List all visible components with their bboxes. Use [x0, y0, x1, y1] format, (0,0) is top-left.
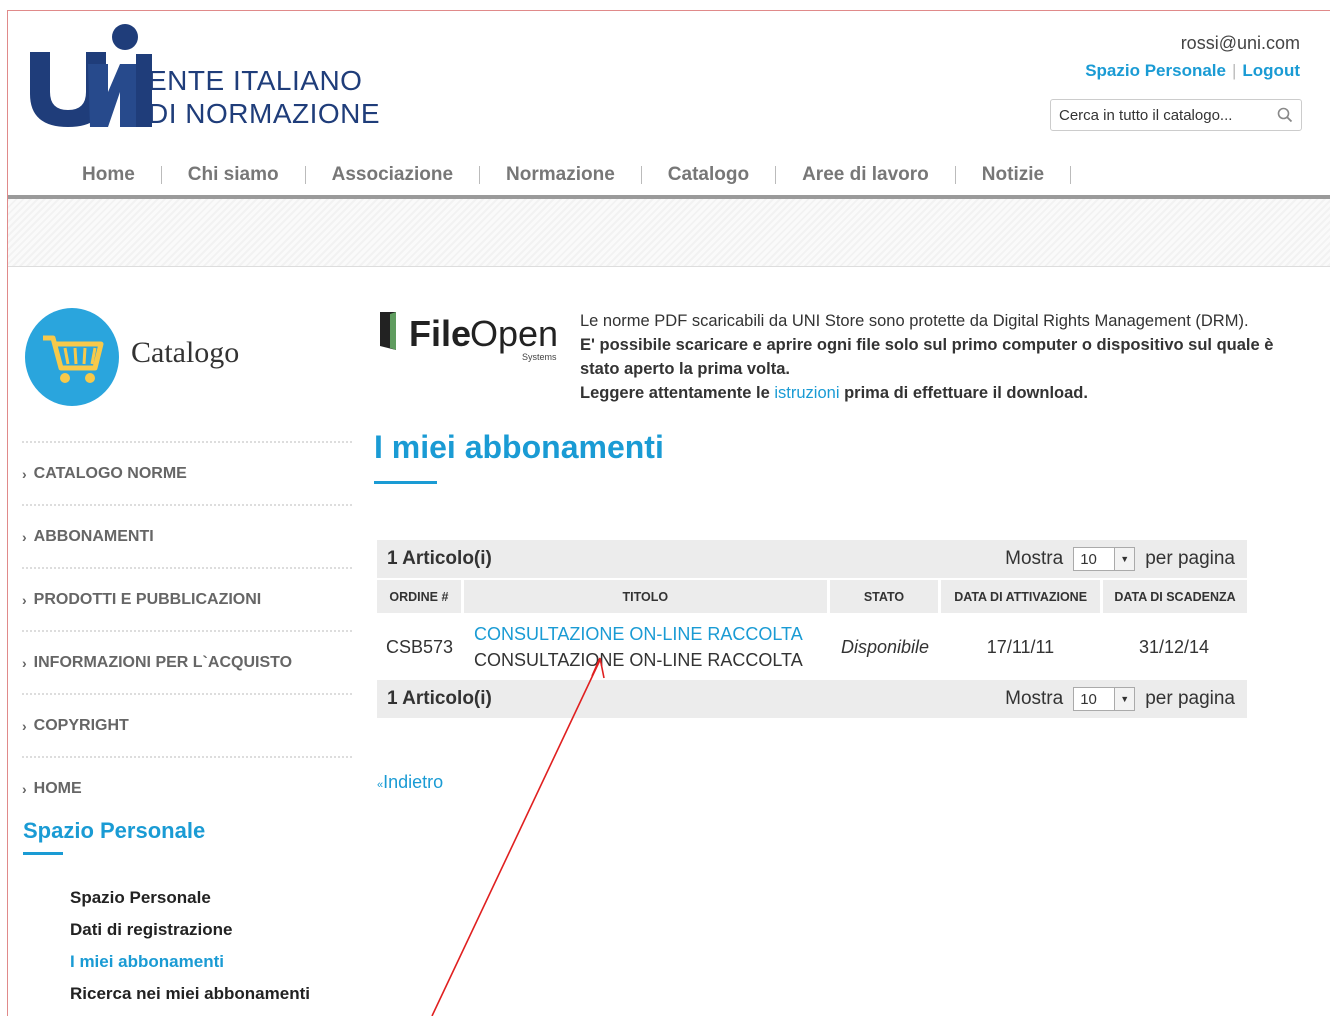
- chevron-right-icon: ›: [22, 780, 27, 797]
- brand-line2: DI NORMAZIONE: [148, 98, 381, 129]
- sidebar-item-abbonamenti[interactable]: › ABBONAMENTI: [22, 504, 352, 567]
- personal-link-abbonamenti[interactable]: I miei abbonamenti: [70, 949, 310, 981]
- uni-logo-mark-icon: [30, 24, 152, 127]
- shopping-cart-icon: [43, 335, 104, 383]
- fileopen-brand-sub: Systems: [522, 352, 557, 362]
- sidebar-menu: › CATALOGO NORME › ABBONAMENTI › PRODOTTI E…: [22, 441, 352, 819]
- dropdown-arrow-icon[interactable]: ▼: [1114, 548, 1135, 570]
- fileopen-logo: File Open Systems: [378, 310, 563, 365]
- pager-bottom: 1 Articolo(i) Mostra 10 ▼ per pagina: [377, 680, 1247, 718]
- search-input[interactable]: [1051, 100, 1261, 130]
- table-header: ORDINE # TITOLO STATO DATA DI ATTIVAZION…: [377, 580, 1247, 613]
- catalog-cart-badge: [25, 308, 119, 406]
- drm-notice-line3-post: prima di effettuare il download.: [839, 384, 1088, 402]
- col-data-scadenza[interactable]: DATA DI SCADENZA: [1103, 580, 1247, 613]
- sidebar-item-label: ABBONAMENTI: [33, 527, 154, 545]
- chevron-right-icon: ›: [22, 591, 27, 608]
- instructions-link[interactable]: istruzioni: [774, 384, 839, 402]
- main-nav: Home Chi siamo Associazione Normazione C…: [56, 160, 1072, 190]
- item-count: 1 Articolo(i): [387, 548, 492, 569]
- subscription-title-link[interactable]: CONSULTAZIONE ON-LINE RACCOLTA: [474, 621, 830, 647]
- per-page-select[interactable]: 10 ▼: [1073, 687, 1136, 711]
- fileopen-logo-mark-icon: File Open Systems: [380, 312, 558, 362]
- dropdown-arrow-icon[interactable]: ▼: [1114, 688, 1135, 710]
- per-page-select[interactable]: 10 ▼: [1073, 547, 1136, 571]
- nav-aree-di-lavoro[interactable]: Aree di lavoro: [776, 164, 955, 186]
- sidebar-item-label: INFORMAZIONI PER L`ACQUISTO: [33, 653, 293, 671]
- pager-controls: Mostra 10 ▼ per pagina: [1005, 687, 1235, 711]
- personal-space-link[interactable]: Spazio Personale: [1085, 61, 1226, 80]
- col-ordine[interactable]: ORDINE #: [377, 580, 461, 613]
- nav-notizie[interactable]: Notizie: [956, 164, 1070, 186]
- personal-space-links: Spazio Personale Dati di registrazione I…: [70, 885, 310, 1013]
- uni-logo-text: ENTE ITALIANO DI NORMAZIONE: [148, 64, 380, 130]
- item-count: 1 Articolo(i): [387, 688, 492, 709]
- per-page-value: 10: [1080, 690, 1097, 708]
- cell-status: Disponibile: [840, 636, 930, 657]
- sidebar-item-label: HOME: [33, 779, 82, 797]
- col-data-attivazione[interactable]: DATA DI ATTIVAZIONE: [941, 580, 1101, 613]
- back-link[interactable]: «Indietro: [377, 772, 443, 793]
- subscription-title-sub: CONSULTAZIONE ON-LINE RACCOLTA: [474, 650, 803, 670]
- sidebar-item-label: PRODOTTI E PUBBLICAZIONI: [33, 590, 262, 608]
- chevron-right-icon: ›: [22, 528, 27, 545]
- fileopen-brand-file: File: [409, 313, 471, 354]
- show-label: Mostra: [1005, 548, 1064, 569]
- search-icon[interactable]: [1277, 107, 1293, 123]
- per-page-label: per pagina: [1145, 548, 1235, 569]
- page-title: I miei abbonamenti: [374, 429, 664, 465]
- sidebar-item-prodotti[interactable]: › PRODOTTI E PUBBLICAZIONI: [22, 567, 352, 630]
- nav-normazione[interactable]: Normazione: [480, 164, 641, 186]
- personal-link-ricerca[interactable]: Ricerca nei miei abbonamenti: [70, 981, 310, 1013]
- col-stato[interactable]: STATO: [829, 580, 939, 613]
- pager-top: 1 Articolo(i) Mostra 10 ▼ per pagina: [377, 540, 1247, 578]
- nav-catalogo[interactable]: Catalogo: [642, 164, 775, 186]
- personal-link-dati[interactable]: Dati di registrazione: [70, 917, 310, 949]
- user-email: rossi@uni.com: [1180, 33, 1300, 53]
- per-page-value: 10: [1080, 550, 1097, 568]
- catalog-search: [1050, 99, 1302, 131]
- sidebar-item-home[interactable]: › HOME: [22, 756, 352, 819]
- cell-expiry-date: 31/12/14: [1138, 636, 1210, 657]
- table-row: CSB573 CONSULTAZIONE ON-LINE RACCOLTA CO…: [377, 615, 1247, 679]
- nav-chi-siamo[interactable]: Chi siamo: [162, 164, 305, 186]
- drm-notice: Le norme PDF scaricabili da UNI Store so…: [580, 309, 1300, 405]
- nav-home[interactable]: Home: [56, 164, 161, 186]
- pager-controls: Mostra 10 ▼ per pagina: [1005, 547, 1235, 571]
- personal-space-underline: [23, 852, 63, 855]
- cell-order: CSB573: [385, 636, 454, 657]
- chevron-right-icon: ›: [22, 654, 27, 671]
- drm-notice-line3-pre: Leggere attentamente le: [580, 384, 775, 402]
- catalog-title: Catalogo: [131, 336, 240, 369]
- sidebar-item-label: CATALOGO NORME: [33, 464, 187, 482]
- drm-notice-line2: E' possibile scaricare e aprire ogni fil…: [580, 336, 1274, 378]
- user-links: Spazio Personale | Logout: [1085, 61, 1300, 81]
- chevron-right-icon: ›: [22, 465, 27, 482]
- sidebar-item-label: COPYRIGHT: [33, 716, 129, 734]
- sidebar-item-copyright[interactable]: › COPYRIGHT: [22, 693, 352, 756]
- drm-notice-line1: Le norme PDF scaricabili da UNI Store so…: [580, 312, 1249, 330]
- cell-title: CONSULTAZIONE ON-LINE RACCOLTA CONSULTAZ…: [462, 621, 830, 673]
- cell-activation-date: 17/11/11: [986, 636, 1055, 657]
- nav-divider: [1070, 166, 1072, 184]
- nav-associazione[interactable]: Associazione: [306, 164, 479, 186]
- personal-link-spazio[interactable]: Spazio Personale: [70, 885, 310, 917]
- drm-notice-line3: Leggere attentamente le istruzioni prima…: [580, 381, 1300, 405]
- sidebar-item-informazioni[interactable]: › INFORMAZIONI PER L`ACQUISTO: [22, 630, 352, 693]
- back-label: Indietro: [383, 772, 444, 792]
- show-label: Mostra: [1005, 688, 1064, 709]
- fileopen-brand-open: Open: [470, 313, 558, 354]
- per-page-label: per pagina: [1145, 688, 1235, 709]
- link-divider: |: [1231, 61, 1237, 80]
- header-stripe-band: [8, 199, 1330, 267]
- personal-space-heading: Spazio Personale: [23, 818, 206, 843]
- sidebar-item-catalogo-norme[interactable]: › CATALOGO NORME: [22, 441, 352, 504]
- page-title-underline: [374, 481, 437, 484]
- brand-line1: ENTE ITALIANO: [148, 65, 363, 96]
- col-titolo[interactable]: TITOLO: [463, 580, 827, 613]
- logout-link[interactable]: Logout: [1242, 61, 1300, 80]
- chevron-right-icon: ›: [22, 717, 27, 734]
